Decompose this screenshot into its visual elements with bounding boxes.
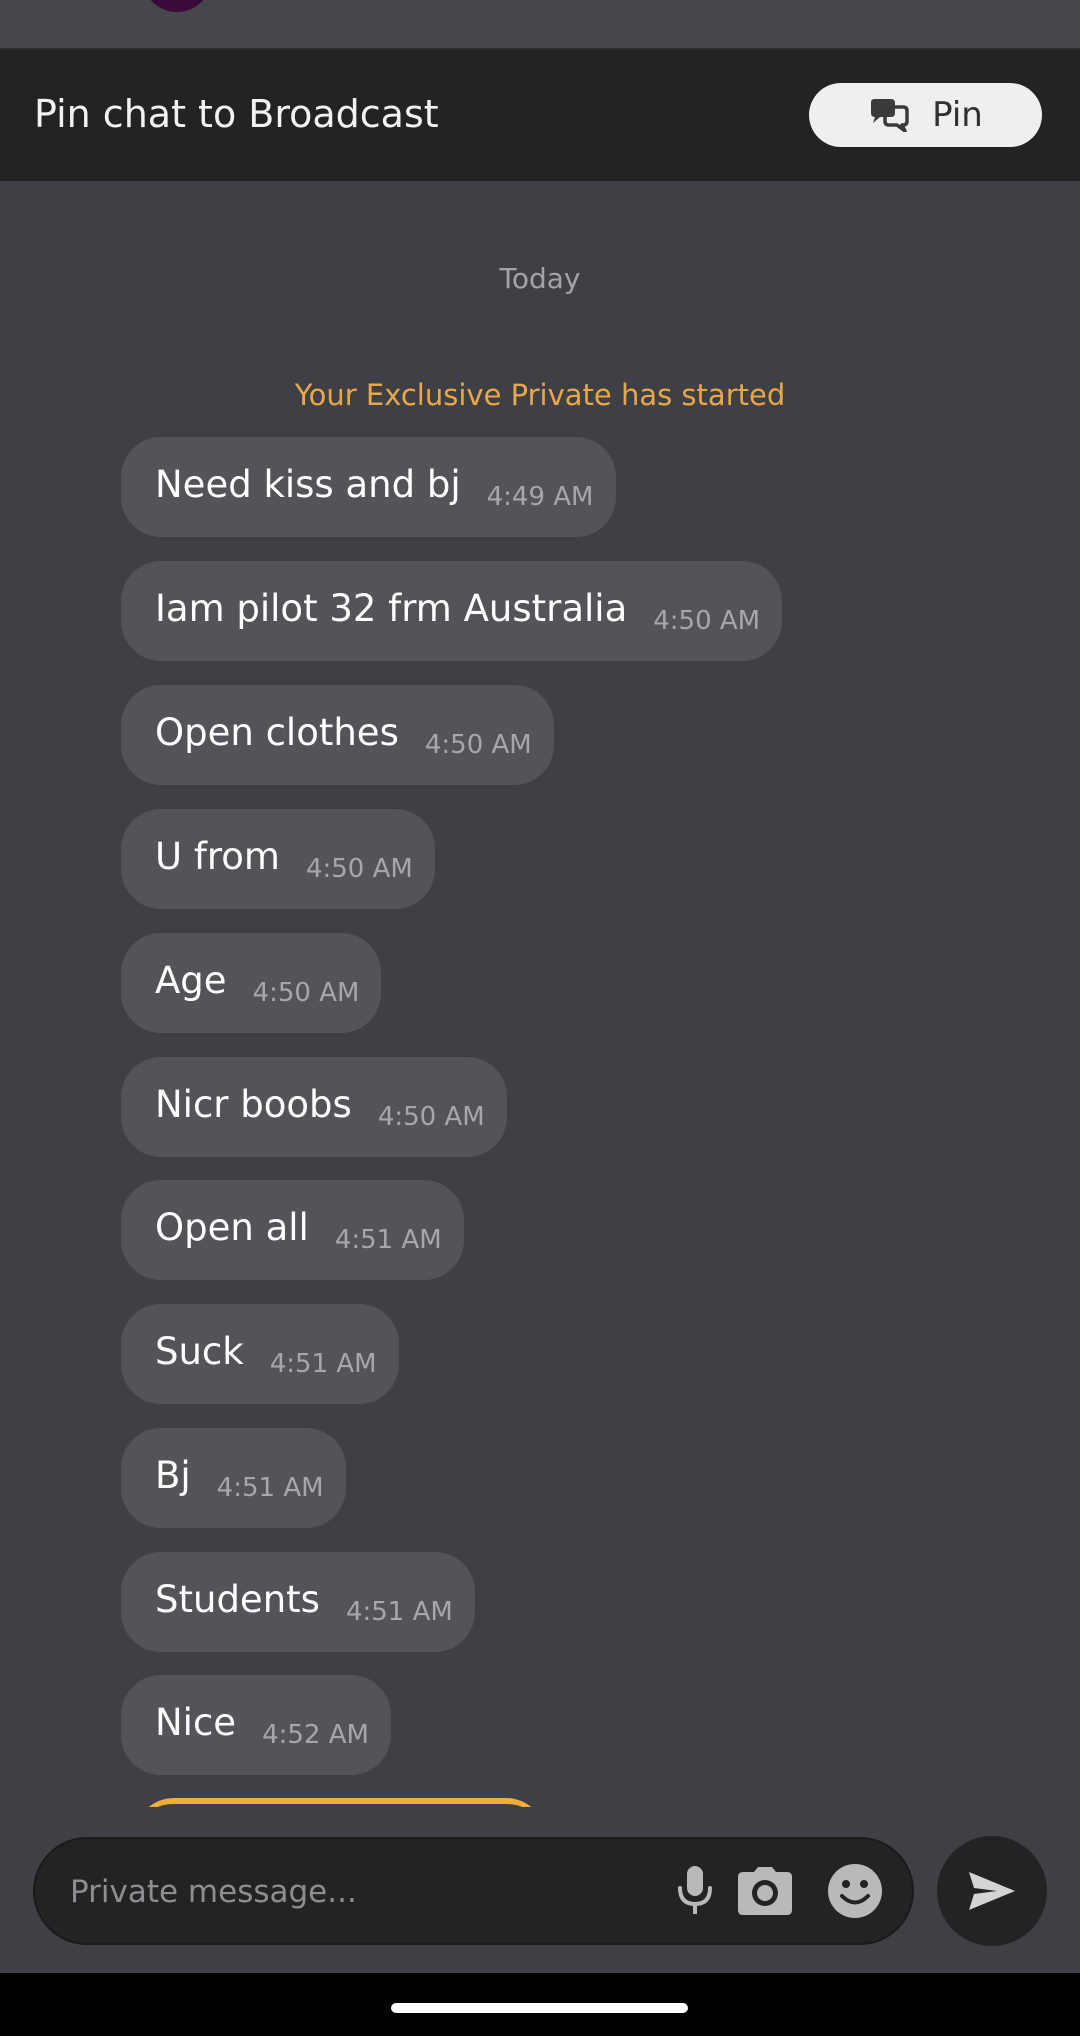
message-bubble[interactable]: Open clothes 4:50 AM <box>121 685 554 785</box>
message-timestamp: 4:52 AM <box>262 1720 369 1750</box>
message-text: Students <box>155 1577 320 1621</box>
message-bubble[interactable]: Iam pilot 32 frm Australia 4:50 AM <box>121 561 783 661</box>
message-timestamp: 4:49 AM <box>486 482 594 512</box>
pin-banner-title: Pin chat to Broadcast <box>34 92 439 136</box>
message-timestamp: 4:51 AM <box>345 1597 453 1627</box>
message-text: Open all <box>155 1205 309 1249</box>
chat-header-partial <box>0 0 1080 50</box>
message-text: Bj <box>155 1453 191 1497</box>
message-text: Nice <box>155 1700 237 1744</box>
pin-button[interactable]: Pin <box>809 83 1042 147</box>
microphone-icon[interactable] <box>665 1861 725 1921</box>
message-bubble[interactable]: Age 4:50 AM <box>121 933 382 1033</box>
message-text: Need kiss and bj <box>155 462 461 506</box>
avatar[interactable] <box>142 0 212 12</box>
message-text: Nicr boobs <box>155 1082 352 1126</box>
send-button[interactable] <box>937 1836 1047 1946</box>
message-text: Suck <box>155 1329 244 1373</box>
message-timestamp: 4:51 AM <box>334 1225 442 1255</box>
chat-bubbles-icon <box>871 99 909 132</box>
message-bubble[interactable]: Nicr boobs 4:50 AM <box>121 1057 507 1157</box>
pin-button-label: Pin <box>932 95 983 135</box>
message-bubble[interactable]: Open all 4:51 AM <box>121 1180 464 1280</box>
message-text: U from <box>155 834 280 878</box>
camera-icon[interactable] <box>735 1861 795 1921</box>
system-message: Your Exclusive Private has started <box>294 378 786 412</box>
message-text: Open clothes <box>155 710 399 754</box>
message-bubble[interactable]: Bj 4:51 AM <box>121 1428 346 1528</box>
message-timestamp: 4:51 AM <box>269 1349 377 1379</box>
send-icon <box>969 1872 1015 1910</box>
message-timestamp: 4:50 AM <box>424 730 532 760</box>
message-bubble[interactable]: Students 4:51 AM <box>121 1552 475 1652</box>
message-bubble[interactable]: Nice 4:52 AM <box>121 1675 391 1775</box>
system-navigation-bar <box>0 1973 1080 2036</box>
message-bubble[interactable]: Need kiss and bj 4:49 AM <box>121 437 616 537</box>
message-timestamp: 4:50 AM <box>305 854 413 884</box>
message-bubble[interactable]: U from 4:50 AM <box>121 809 435 909</box>
message-timestamp: 4:51 AM <box>216 1473 324 1503</box>
message-timestamp: 4:50 AM <box>377 1102 485 1132</box>
message-timestamp: 4:50 AM <box>653 606 761 636</box>
message-text: Age <box>155 958 227 1002</box>
message-bubble[interactable]: Suck 4:51 AM <box>121 1304 399 1404</box>
message-input[interactable] <box>68 1839 652 1945</box>
home-indicator[interactable] <box>391 2003 688 2013</box>
message-composer <box>33 1837 914 1945</box>
emoji-icon[interactable] <box>825 1861 885 1921</box>
pin-banner: Pin chat to Broadcast Pin <box>0 50 1080 181</box>
message-timestamp: 4:50 AM <box>252 978 360 1008</box>
date-separator: Today <box>499 262 581 295</box>
message-text: Iam pilot 32 frm Australia <box>155 586 628 630</box>
